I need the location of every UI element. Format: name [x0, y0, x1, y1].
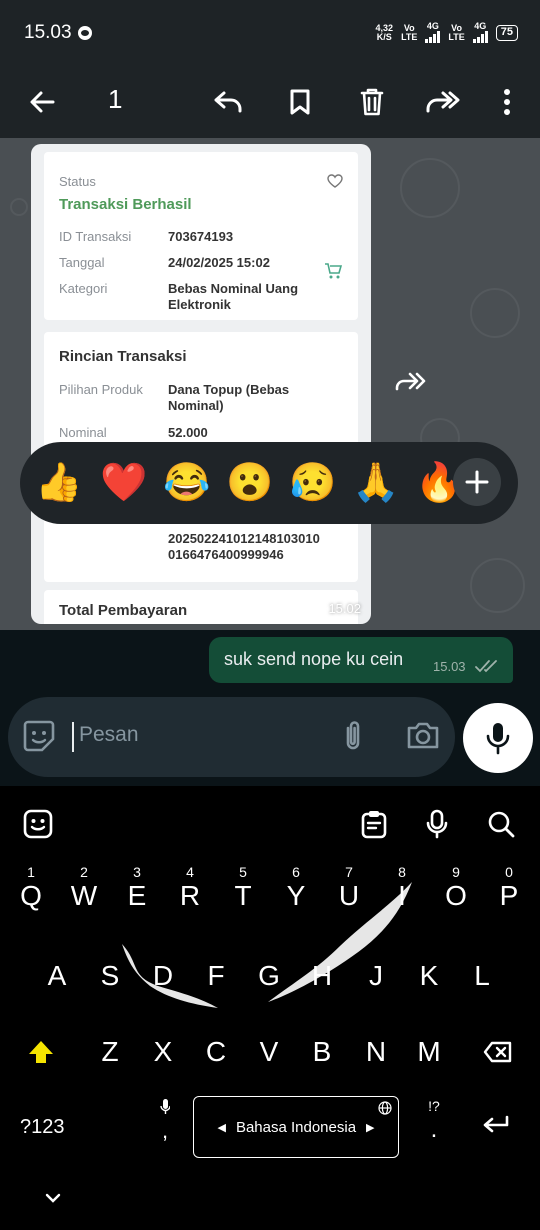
sim2-volte: Vo LTE: [448, 22, 465, 42]
forward-icon[interactable]: [421, 80, 465, 124]
key-q[interactable]: 1Q: [5, 864, 57, 926]
reaction-thumbs-up[interactable]: 👍: [35, 460, 82, 506]
battery-icon: 75: [495, 24, 518, 41]
backspace-icon: [483, 1041, 512, 1063]
key-h[interactable]: H: [296, 946, 348, 1006]
comma-key[interactable]: ,: [158, 1098, 172, 1148]
language-label: Bahasa Indonesia: [235, 1118, 357, 1136]
attach-icon[interactable]: [338, 719, 368, 753]
total-card: Total Pembayaran: [44, 590, 358, 624]
key-z[interactable]: Z: [84, 1022, 136, 1082]
sent-message-bubble[interactable]: suk send nope ku cein 15.03: [209, 637, 513, 683]
status-indicators: 4,32 K/S Vo LTE 4G Vo LTE 4G 75: [376, 22, 518, 43]
cart-icon: [325, 263, 342, 279]
sim2-signal-icon: 4G: [472, 22, 488, 43]
message-text: suk send nope ku cein: [224, 649, 404, 669]
key-g[interactable]: G: [243, 946, 295, 1006]
chat-area: Status Transaksi Berhasil ID Transaksi 7…: [0, 138, 540, 786]
plus-icon: [465, 470, 489, 494]
text-cursor: [72, 722, 74, 752]
key-x[interactable]: X: [137, 1022, 189, 1082]
clipboard-icon[interactable]: [354, 804, 394, 844]
reply-icon[interactable]: [206, 80, 250, 124]
message-time: 15.03: [433, 659, 466, 674]
chevron-down-icon: [45, 1193, 61, 1203]
voice-message-button[interactable]: [463, 703, 533, 773]
enter-icon: [483, 1115, 509, 1133]
period-key[interactable]: !? .: [424, 1098, 444, 1148]
keyboard-emoji-icon[interactable]: [18, 804, 58, 844]
key-n[interactable]: N: [350, 1022, 402, 1082]
selected-count: 1: [108, 84, 123, 114]
key-s[interactable]: S: [84, 946, 136, 1006]
microphone-icon: [486, 723, 510, 755]
chevron-left-icon: ◀: [217, 1121, 226, 1134]
key-y[interactable]: 6Y: [270, 864, 322, 926]
spacebar[interactable]: ◀ Bahasa Indonesia ▶: [193, 1096, 399, 1158]
shift-icon: [29, 1041, 53, 1063]
heart-icon: [327, 174, 343, 188]
key-e[interactable]: 3E: [111, 864, 163, 926]
keyboard-theme-decoration: [122, 882, 412, 1008]
status-card: Status Transaksi Berhasil ID Transaksi 7…: [44, 152, 358, 320]
keyboard: 1Q 2W 3E 4R 5T 6Y 7U 8I 9O 0P A S D F G …: [0, 786, 540, 1230]
voice-hint-icon: [160, 1099, 170, 1114]
image-message[interactable]: Status Transaksi Berhasil ID Transaksi 7…: [31, 144, 371, 624]
message-input[interactable]: Pesan: [79, 723, 139, 747]
sim1-volte: Vo LTE: [401, 22, 418, 42]
key-u[interactable]: 7U: [323, 864, 375, 926]
key-l[interactable]: L: [456, 946, 508, 1006]
bookmark-icon[interactable]: [278, 80, 322, 124]
key-r[interactable]: 4R: [164, 864, 216, 926]
message-input-bar: Pesan: [8, 697, 455, 777]
camera-icon[interactable]: [406, 719, 440, 751]
quick-forward-icon[interactable]: [389, 360, 433, 404]
double-check-icon: [475, 660, 497, 673]
key-k[interactable]: K: [403, 946, 455, 1006]
key-b[interactable]: B: [296, 1022, 348, 1082]
backspace-key[interactable]: [472, 1022, 524, 1082]
more-icon[interactable]: [485, 80, 529, 124]
key-i[interactable]: 8I: [376, 864, 428, 926]
key-p[interactable]: 0P: [483, 864, 535, 926]
delete-icon[interactable]: [350, 80, 394, 124]
symbols-key[interactable]: ?123: [20, 1116, 65, 1139]
chevron-right-icon: ▶: [366, 1121, 375, 1134]
clock: 15.03: [24, 22, 72, 43]
voice-input-icon[interactable]: [417, 804, 457, 844]
key-j[interactable]: J: [350, 946, 402, 1006]
reaction-pray[interactable]: 🙏: [352, 460, 399, 506]
key-c[interactable]: C: [190, 1022, 242, 1082]
key-t[interactable]: 5T: [217, 864, 269, 926]
key-w[interactable]: 2W: [58, 864, 110, 926]
key-d[interactable]: D: [137, 946, 189, 1006]
enter-key[interactable]: [470, 1096, 522, 1156]
key-m[interactable]: M: [403, 1022, 455, 1082]
key-o[interactable]: 9O: [430, 864, 482, 926]
reaction-heart[interactable]: ❤️: [100, 460, 147, 506]
reaction-picker: 👍 ❤️ 😂 😮 😥 🙏 🔥: [20, 442, 518, 524]
reaction-surprised[interactable]: 😮: [226, 460, 273, 506]
sim1-signal-icon: 4G: [425, 22, 441, 43]
key-f[interactable]: F: [190, 946, 242, 1006]
key-a[interactable]: A: [31, 946, 83, 1006]
whatsapp-notification-icon: [78, 26, 92, 40]
reaction-sad[interactable]: 😥: [289, 460, 336, 506]
shift-key[interactable]: [15, 1022, 67, 1082]
keyboard-search-icon[interactable]: [481, 804, 521, 844]
back-arrow-icon[interactable]: [20, 80, 64, 124]
sticker-icon[interactable]: [22, 719, 56, 753]
globe-icon: [378, 1101, 392, 1115]
hide-keyboard-button[interactable]: [27, 1170, 79, 1226]
key-v[interactable]: V: [243, 1022, 295, 1082]
more-reactions-button[interactable]: [453, 458, 501, 506]
network-speed: 4,32 K/S: [375, 22, 394, 42]
status-bar: 15.03 4,32 K/S Vo LTE 4G Vo LTE 4G 75: [0, 0, 540, 66]
selection-toolbar: 1: [0, 66, 540, 138]
reaction-laughing[interactable]: 😂: [163, 460, 210, 506]
image-timestamp: 15.02: [328, 601, 361, 616]
